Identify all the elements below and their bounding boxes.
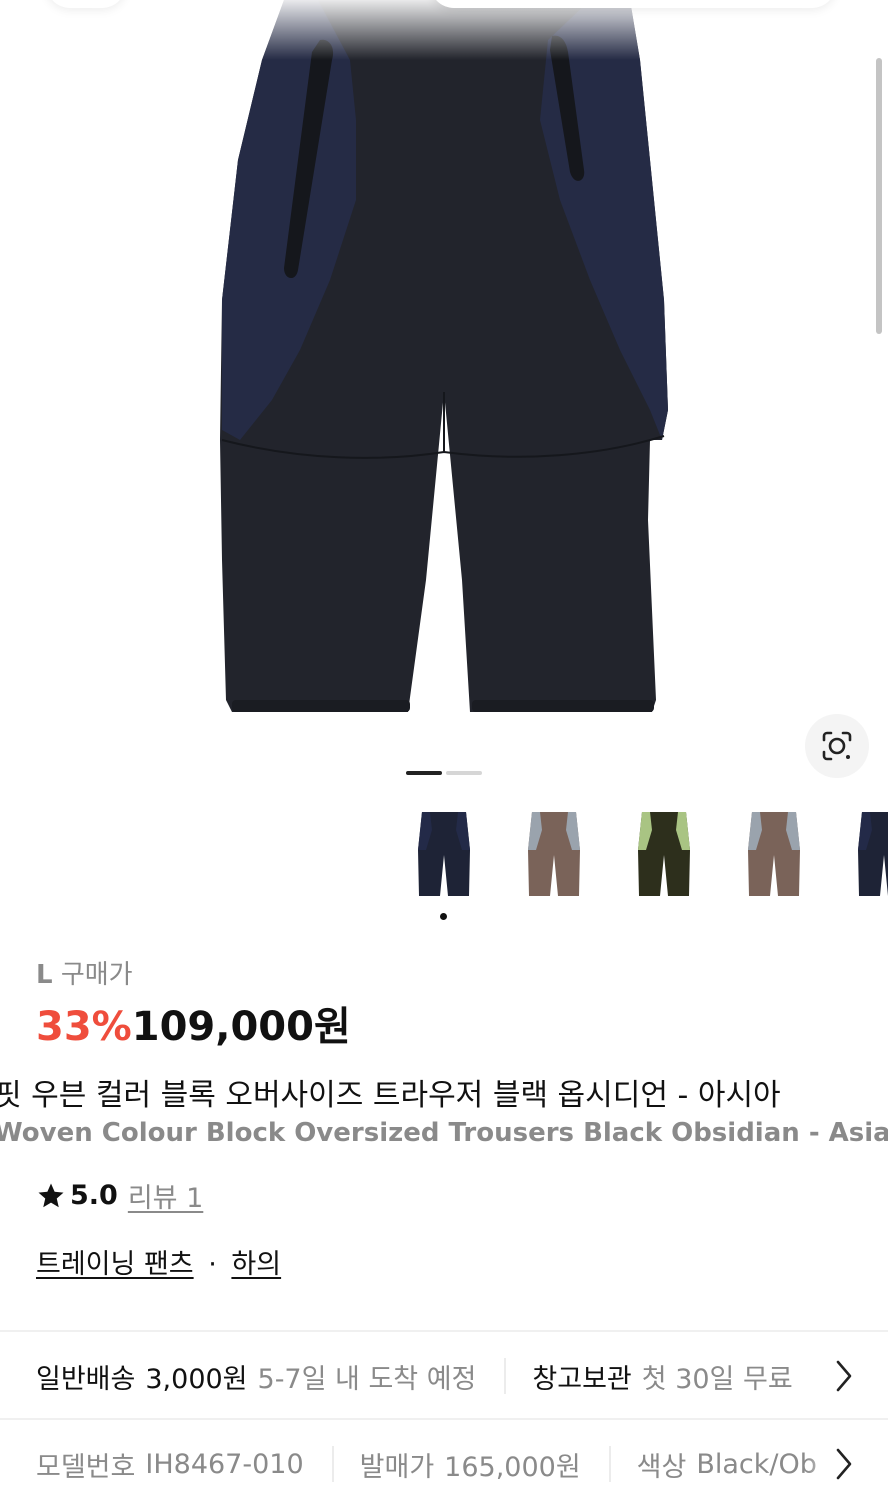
thumbnail-black-navy-2[interactable] [836, 806, 888, 904]
divider-middle [0, 1418, 888, 1420]
divider-top [0, 1330, 888, 1332]
thumbnail-brown-grey[interactable] [506, 806, 602, 904]
page-indicator-inactive [446, 771, 482, 775]
review-link[interactable]: 리뷰 1 [128, 1176, 203, 1215]
category-link-training-pants[interactable]: 트레이닝 팬츠 [36, 1249, 194, 1280]
category-link-bottoms[interactable]: 하의 [231, 1249, 281, 1280]
rating-value: 5.0 [70, 1180, 118, 1211]
storage-value: 첫 30일 무료 [641, 1363, 793, 1395]
size-label: L [36, 960, 53, 990]
spec-separator-2 [608, 1446, 611, 1482]
thumbnail-brown-grey-2[interactable] [726, 806, 822, 904]
spec-row[interactable]: 모델번호 IH8467-010 발매가 165,000원 색상 Black/Ob [0, 1424, 888, 1504]
discount-rate: 33% [36, 1004, 132, 1050]
thumbnail-image [748, 812, 800, 896]
product-image[interactable] [0, 0, 888, 760]
thumbnail-image [638, 812, 690, 896]
spec-separator-1 [331, 1446, 334, 1482]
search-bar[interactable] [430, 0, 836, 8]
chevron-right-icon[interactable] [832, 1446, 856, 1482]
thumbnail-black-navy[interactable] [396, 806, 492, 904]
storage-label: 창고보관 [532, 1363, 632, 1395]
product-image-illustration [220, 0, 668, 712]
shipping-type: 일반배송 [36, 1363, 136, 1395]
rating-row: 5.0 리뷰 1 [36, 1176, 203, 1215]
category-row: 트레이닝 팬츠 · 하의 [36, 1242, 281, 1281]
shipping-eta: 5-7일 내 도착 예정 [257, 1363, 477, 1395]
thumbnail-olive-green[interactable] [616, 806, 712, 904]
buy-label: 구매가 [60, 960, 133, 990]
top-overlay [0, 0, 888, 60]
star-icon [38, 1183, 64, 1207]
model-label: 모델번호 [36, 1451, 136, 1483]
product-title-ko: 핏 우븐 컬러 블록 오버사이즈 트라우저 블랙 옵시디언 - 아시아 [0, 1078, 781, 1113]
shipping-separator [504, 1358, 507, 1394]
scrollbar[interactable] [876, 58, 882, 334]
image-search-button[interactable] [805, 714, 869, 778]
color-label: 색상 [636, 1451, 687, 1483]
thumbnail-image [858, 812, 888, 896]
lens-icon [822, 731, 852, 761]
thumbnail-image [418, 812, 470, 896]
product-title-en: Woven Colour Block Oversized Trousers Bl… [0, 1118, 888, 1148]
thumbnail-image [528, 812, 580, 896]
category-separator: · [208, 1249, 217, 1280]
release-price-label: 발매가 [359, 1451, 435, 1483]
thumbnail-selected-dot [440, 913, 447, 920]
shipping-row[interactable]: 일반배송 3,000원 5-7일 내 도착 예정 창고보관 첫 30일 무료 [0, 1336, 888, 1416]
page-indicator-active [406, 771, 442, 775]
color-value: Black/Ob [696, 1448, 817, 1480]
price-amount: 109,000원 [131, 1004, 351, 1050]
buy-price-label: L 구매가 [36, 954, 133, 991]
price-row: 33%109,000원 [36, 994, 351, 1052]
model-value: IH8467-010 [145, 1448, 304, 1480]
shipping-fee: 3,000원 [145, 1363, 248, 1395]
chevron-right-icon[interactable] [832, 1358, 856, 1394]
release-price-value: 165,000원 [444, 1451, 581, 1483]
